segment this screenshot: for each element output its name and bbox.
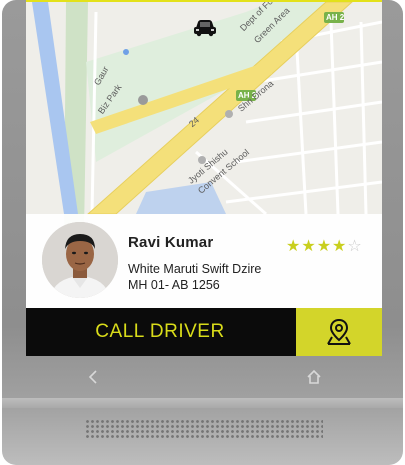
locate-button[interactable]: [296, 308, 382, 356]
driver-rating: ★★★★☆: [286, 236, 363, 256]
phone-frame: AH 2 AH 2 24 Dept of Forest Green Area G…: [2, 0, 403, 465]
app-screen: AH 2 AH 2 24 Dept of Forest Green Area G…: [26, 0, 382, 356]
driver-card: Ravi Kumar ★★★★☆ White Maruti Swift Dzir…: [26, 214, 382, 308]
license-plate: MH 01- AB 1256: [128, 278, 220, 292]
driver-avatar: [42, 222, 118, 298]
star-icon: ★: [316, 238, 333, 255]
speaker-grille: [85, 419, 323, 439]
map-label-road: AH 2: [326, 13, 345, 22]
call-driver-button[interactable]: CALL DRIVER: [26, 308, 294, 356]
call-bar: CALL DRIVER: [26, 308, 382, 356]
back-icon[interactable]: [86, 369, 102, 385]
star-empty-icon: ☆: [347, 238, 363, 255]
driver-name: Ravi Kumar: [128, 234, 214, 251]
car-model: White Maruti Swift Dzire: [128, 262, 262, 276]
star-icon: ★: [286, 238, 302, 255]
phone-rim: [2, 398, 403, 408]
star-icon: ★: [332, 238, 348, 255]
star-icon: ★: [301, 238, 317, 255]
map-pin-icon: [327, 318, 351, 345]
home-icon[interactable]: [306, 369, 322, 385]
car-icon[interactable]: [192, 16, 218, 38]
